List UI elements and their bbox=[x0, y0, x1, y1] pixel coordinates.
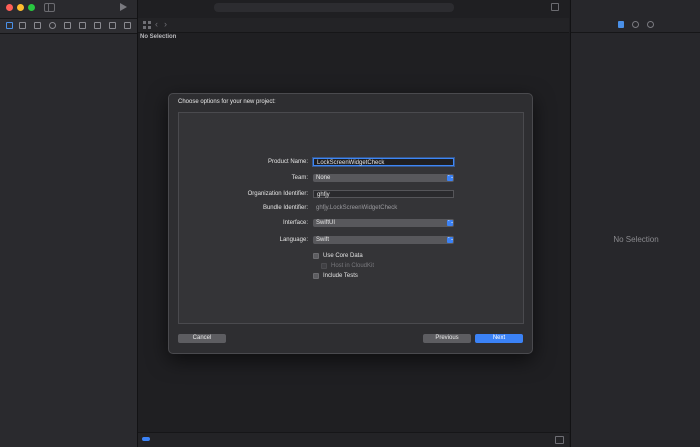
language-label: Language: bbox=[279, 237, 308, 243]
checkbox-box[interactable] bbox=[313, 273, 319, 279]
back-arrow-icon[interactable]: ‹ bbox=[155, 19, 158, 29]
team-popup[interactable]: None ⌃⌄ bbox=[313, 174, 454, 182]
close-window-button[interactable] bbox=[6, 4, 13, 11]
jump-bar: ‹ › bbox=[138, 18, 569, 33]
cancel-button[interactable]: Cancel bbox=[178, 334, 226, 343]
include-tests-label: Include Tests bbox=[323, 273, 358, 279]
product-name-label: Product Name: bbox=[267, 159, 308, 165]
team-label: Team: bbox=[291, 175, 308, 181]
folder-icon[interactable] bbox=[6, 22, 13, 29]
debug-bar bbox=[138, 432, 569, 447]
report-icon[interactable] bbox=[124, 22, 131, 29]
file-inspector-icon[interactable] bbox=[618, 21, 624, 28]
host-in-cloudkit-label: Host in CloudKit bbox=[331, 263, 375, 269]
inspector-pane: No Selection bbox=[570, 0, 700, 447]
popup-chevron-icon: ⌃⌄ bbox=[447, 174, 454, 181]
new-project-options-dialog: Choose options for your new project: Pro… bbox=[168, 93, 533, 354]
editor-options-icon[interactable] bbox=[551, 3, 559, 11]
options-panel: Product Name: LockScreenWidgetCheck Team… bbox=[178, 112, 524, 324]
editor-no-selection-label: No Selection bbox=[140, 34, 177, 40]
bundle-identifier-value: ghfjy.LockScreenWidgetCheck bbox=[316, 205, 398, 211]
dialog-title: Choose options for your new project: bbox=[178, 99, 276, 105]
organization-identifier-input[interactable]: ghfjy bbox=[313, 190, 454, 198]
organization-identifier-label: Organization Identifier: bbox=[247, 191, 308, 197]
debug-area-toggle-icon[interactable] bbox=[142, 437, 150, 441]
debug-icon[interactable] bbox=[94, 22, 101, 29]
inspector-no-selection-label: No Selection bbox=[613, 235, 659, 244]
checkbox-box[interactable] bbox=[313, 253, 319, 259]
interface-popup[interactable]: SwiftUI ⌃⌄ bbox=[313, 219, 454, 227]
checkbox-box bbox=[321, 263, 327, 269]
language-popup[interactable]: Swift ⌃⌄ bbox=[313, 236, 454, 244]
forward-arrow-icon[interactable]: › bbox=[164, 19, 167, 29]
popup-chevron-icon: ⌃⌄ bbox=[447, 236, 454, 243]
minimize-window-button[interactable] bbox=[17, 4, 24, 11]
previous-button[interactable]: Previous bbox=[423, 334, 471, 343]
symbol-icon[interactable] bbox=[34, 22, 41, 29]
issue-warning-icon[interactable] bbox=[64, 22, 71, 29]
sidebar-toggle-icon[interactable] bbox=[44, 3, 55, 12]
inspector-tab-bar bbox=[571, 18, 700, 33]
find-icon[interactable] bbox=[49, 22, 56, 29]
team-value: None bbox=[316, 175, 331, 181]
product-name-input[interactable]: LockScreenWidgetCheck bbox=[313, 158, 454, 166]
bundle-identifier-label: Bundle Identifier: bbox=[262, 205, 308, 211]
source-control-icon[interactable] bbox=[19, 22, 26, 29]
interface-value: SwiftUI bbox=[316, 220, 336, 226]
split-view-icon[interactable] bbox=[555, 436, 564, 444]
popup-chevron-icon: ⌃⌄ bbox=[447, 219, 454, 226]
zoom-window-button[interactable] bbox=[28, 4, 35, 11]
related-items-grid-icon[interactable] bbox=[143, 21, 151, 29]
interface-label: Interface: bbox=[282, 220, 308, 226]
navigator-pane bbox=[0, 0, 138, 447]
test-diamond-icon[interactable] bbox=[79, 22, 86, 29]
navigator-toolbar bbox=[0, 18, 137, 34]
run-play-icon[interactable] bbox=[120, 3, 127, 11]
language-value: Swift bbox=[316, 237, 330, 243]
activity-status-bar bbox=[214, 3, 454, 12]
help-inspector-icon[interactable] bbox=[647, 21, 654, 28]
next-button[interactable]: Next bbox=[475, 334, 523, 343]
history-inspector-icon[interactable] bbox=[632, 21, 639, 28]
use-core-data-label: Use Core Data bbox=[323, 253, 363, 259]
breakpoint-icon[interactable] bbox=[109, 22, 116, 29]
